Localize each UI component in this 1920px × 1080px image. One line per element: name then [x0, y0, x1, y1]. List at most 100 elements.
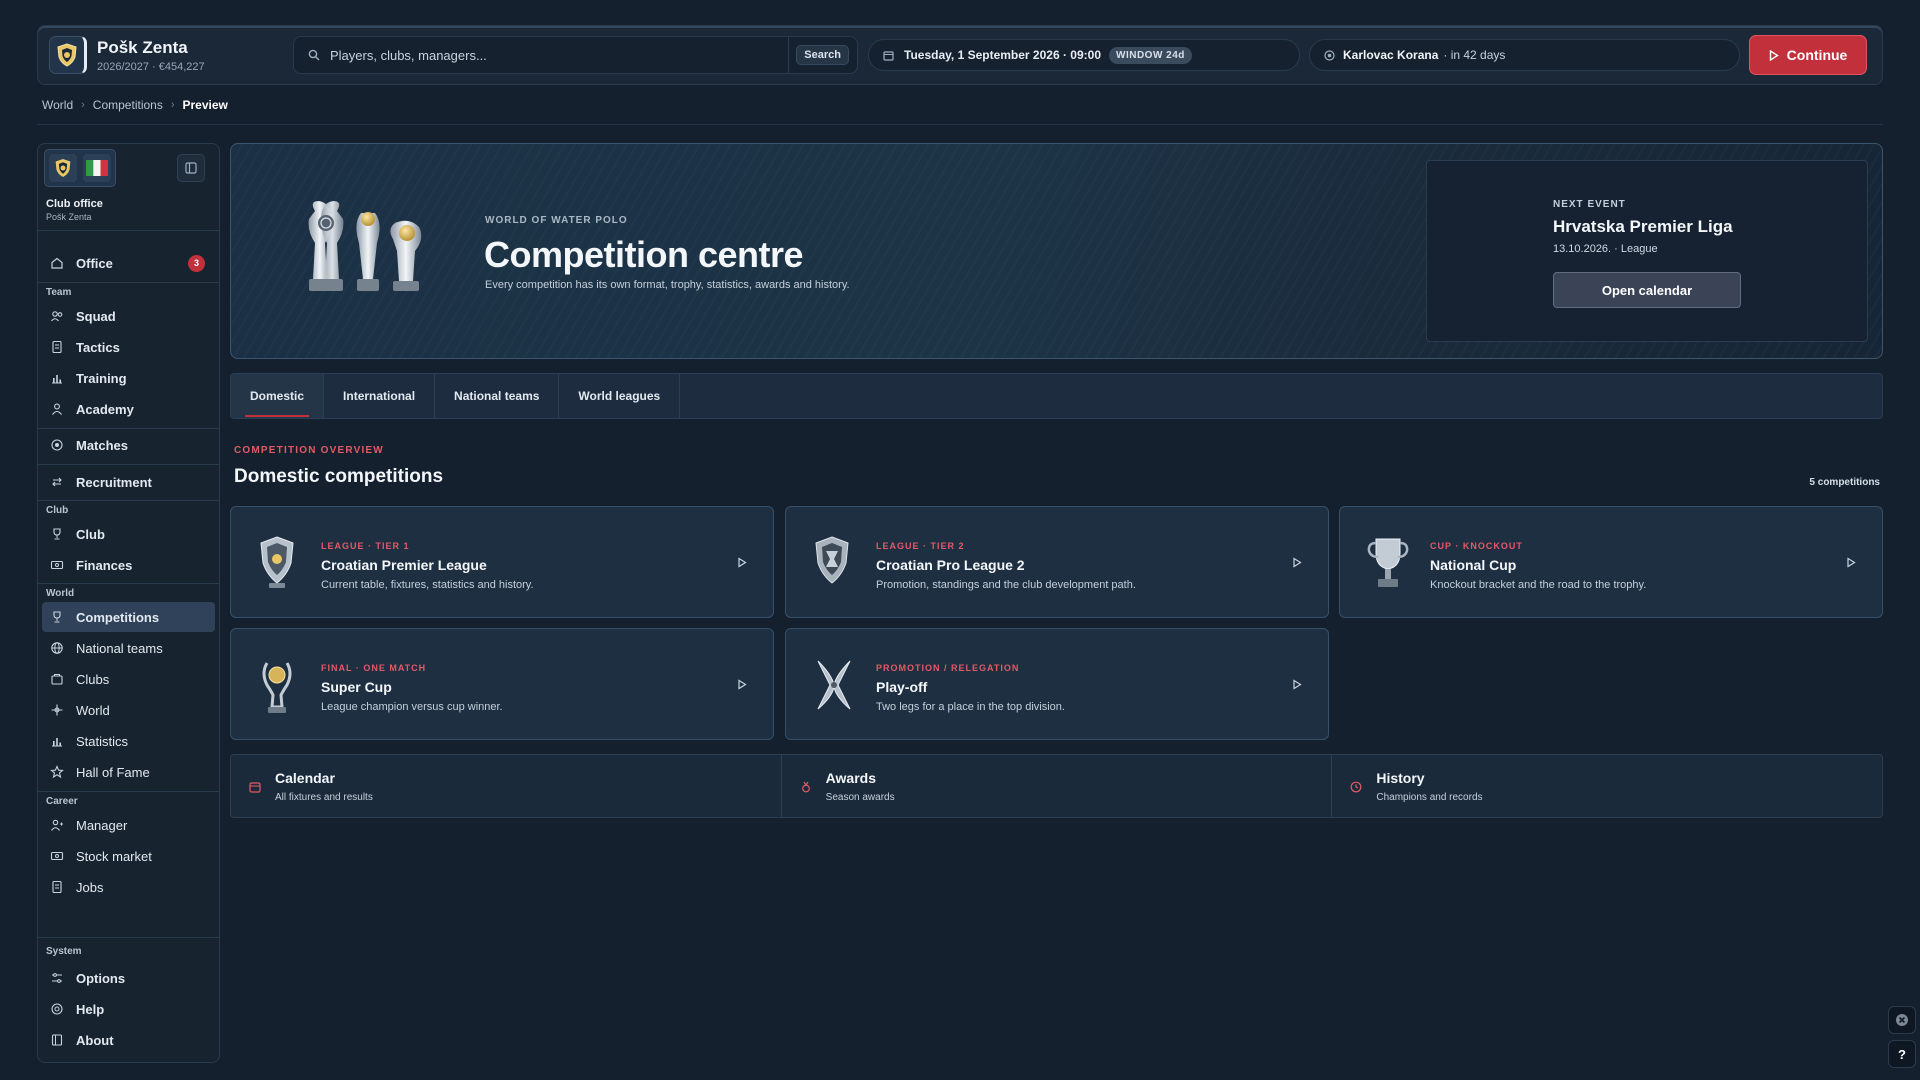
sidebar-item-squad[interactable]: Squad [42, 301, 215, 331]
sidebar-item-matches[interactable]: Matches [42, 430, 215, 460]
search-icon [308, 49, 320, 61]
hero-description: Every competition has its own format, tr… [485, 279, 850, 291]
notification-badge: 3 [188, 254, 205, 272]
sidebar-item-recruitment[interactable]: Recruitment [42, 467, 215, 497]
tab-world-leagues[interactable]: World leagues [559, 374, 681, 418]
competition-card[interactable]: LEAGUE · TIER 2 Croatian Pro League 2 Pr… [785, 506, 1329, 618]
breadcrumb-current: Preview [182, 98, 228, 112]
competition-card[interactable]: PROMOTION / RELEGATION Play-off Two legs… [785, 628, 1329, 740]
wallet-icon [50, 851, 64, 861]
sidebar-item-club[interactable]: Club [42, 519, 215, 549]
card-description: League champion versus cup winner. [321, 701, 503, 713]
breadcrumb-divider [37, 124, 1883, 125]
card-description: Promotion, standings and the club develo… [876, 579, 1136, 591]
sidebar-item-finances[interactable]: Finances [42, 550, 215, 580]
trophy-icon [53, 611, 61, 623]
club-crest-icon[interactable] [49, 36, 87, 74]
breadcrumb: World › Competitions › Preview [42, 98, 228, 112]
sidebar-item-label: Clubs [76, 671, 110, 687]
sidebar: Club office Pošk Zenta Office 3 Team Squ… [37, 143, 220, 1063]
continue-button[interactable]: Continue [1749, 35, 1867, 75]
sidebar-divider [38, 230, 219, 231]
transfer-window-badge: WINDOW 24d [1109, 46, 1192, 64]
sidebar-section-system: System [46, 946, 82, 957]
page-title: Competition centre [484, 234, 804, 275]
sidebar-collapse-button[interactable] [177, 154, 205, 182]
calendar-icon [249, 782, 261, 793]
sidebar-item-about[interactable]: About [42, 1025, 215, 1055]
competition-card[interactable]: CUP · KNOCKOUT National Cup Knockout bra… [1339, 506, 1883, 618]
sidebar-item-label: Squad [76, 308, 116, 324]
next-event-meta: 13.10.2026. · League [1553, 243, 1658, 255]
card-kicker: CUP · KNOCKOUT [1430, 541, 1523, 551]
play-arrow-icon [738, 557, 747, 568]
close-overlay-button[interactable] [1888, 1006, 1916, 1034]
awards-link-title: Awards [825, 770, 876, 786]
home-icon [51, 257, 63, 269]
sidebar-item-label: Options [76, 970, 126, 986]
sidebar-item-statistics[interactable]: Statistics [42, 726, 215, 756]
sidebar-item-options[interactable]: Options [42, 963, 215, 993]
tab-domestic[interactable]: Domestic [231, 374, 325, 418]
competition-card[interactable]: LEAGUE · TIER 1 Croatian Premier League … [230, 506, 774, 618]
twisted-trophy-icon [817, 660, 851, 710]
sidebar-item-tactics[interactable]: Tactics [42, 332, 215, 362]
sidebar-item-clubs[interactable]: Clubs [42, 664, 215, 694]
sidebar-item-jobs[interactable]: Jobs [42, 872, 215, 902]
sidebar-item-academy[interactable]: Academy [42, 394, 215, 424]
document-icon [52, 340, 62, 354]
history-link-title: History [1376, 770, 1425, 786]
sidebar-item-national-teams[interactable]: National teams [42, 633, 215, 663]
club-office-title: Club office [46, 198, 103, 210]
open-calendar-button[interactable]: Open calendar [1553, 272, 1741, 308]
hero-kicker: WORLD OF WATER POLO [485, 215, 628, 226]
medal-icon [801, 781, 810, 793]
tab-national-teams[interactable]: National teams [435, 374, 560, 418]
person-icon [52, 403, 62, 415]
sidebar-item-competitions[interactable]: Competitions [42, 602, 215, 632]
shield-trophy-icon [815, 536, 849, 584]
sidebar-item-hall-of-fame[interactable]: Hall of Fame [42, 757, 215, 787]
calendar-icon [883, 50, 894, 61]
sidebar-item-label: Stock market [76, 848, 152, 864]
next-event-panel: NEXT EVENT Hrvatska Premier Liga 13.10.2… [1426, 160, 1868, 342]
search-input[interactable]: Players, clubs, managers... [330, 48, 788, 63]
history-link[interactable]: History Champions and records [1332, 755, 1882, 817]
sidebar-item-label: Tactics [76, 339, 120, 355]
sidebar-item-label: Office [76, 255, 113, 271]
sidebar-item-stock-market[interactable]: Stock market [42, 841, 215, 871]
search-bar[interactable]: Players, clubs, managers... Search [293, 36, 858, 74]
building-icon [51, 674, 63, 685]
star-icon [50, 765, 64, 779]
sidebar-item-label: About [76, 1032, 114, 1048]
search-button[interactable]: Search [796, 45, 849, 65]
awards-link[interactable]: Awards Season awards [782, 755, 1333, 817]
next-match-countdown: · in 42 days [1443, 48, 1506, 62]
italy-flag-icon[interactable] [83, 154, 111, 182]
sidebar-item-label: Jobs [76, 879, 104, 895]
sidebar-item-world[interactable]: World [42, 695, 215, 725]
breadcrumb-competitions[interactable]: Competitions [93, 98, 163, 112]
sidebar-badges [44, 149, 116, 187]
sidebar-item-label: Manager [76, 817, 128, 833]
sidebar-item-training[interactable]: Training [42, 363, 215, 393]
sidebar-item-manager[interactable]: Manager [42, 810, 215, 840]
card-description: Knockout bracket and the road to the tro… [1430, 579, 1647, 591]
sidebar-item-office[interactable]: Office 3 [42, 248, 215, 278]
competition-card[interactable]: FINAL · ONE MATCH Super Cup League champ… [230, 628, 774, 740]
sidebar-item-help[interactable]: Help [42, 994, 215, 1024]
club-crest-icon[interactable] [49, 154, 77, 182]
calendar-link[interactable]: Calendar All fixtures and results [231, 755, 782, 817]
current-date: Tuesday, 1 September 2026 · 09:00 [904, 48, 1101, 62]
breadcrumb-world[interactable]: World [42, 98, 73, 112]
next-match[interactable]: Karlovac Korana · in 42 days [1309, 39, 1740, 71]
club-office-sub: Pošk Zenta [46, 212, 92, 222]
sidebar-item-label: Recruitment [76, 474, 152, 490]
section-title: Domestic competitions [234, 466, 444, 487]
competition-hero: WORLD OF WATER POLO Competition centre E… [230, 143, 1883, 359]
tab-international[interactable]: International [324, 374, 436, 418]
compass-icon [51, 704, 63, 716]
next-event-title: Hrvatska Premier Liga [1553, 217, 1733, 236]
help-button[interactable]: ? [1888, 1040, 1916, 1068]
date-display[interactable]: Tuesday, 1 September 2026 · 09:00 WINDOW… [868, 39, 1300, 71]
